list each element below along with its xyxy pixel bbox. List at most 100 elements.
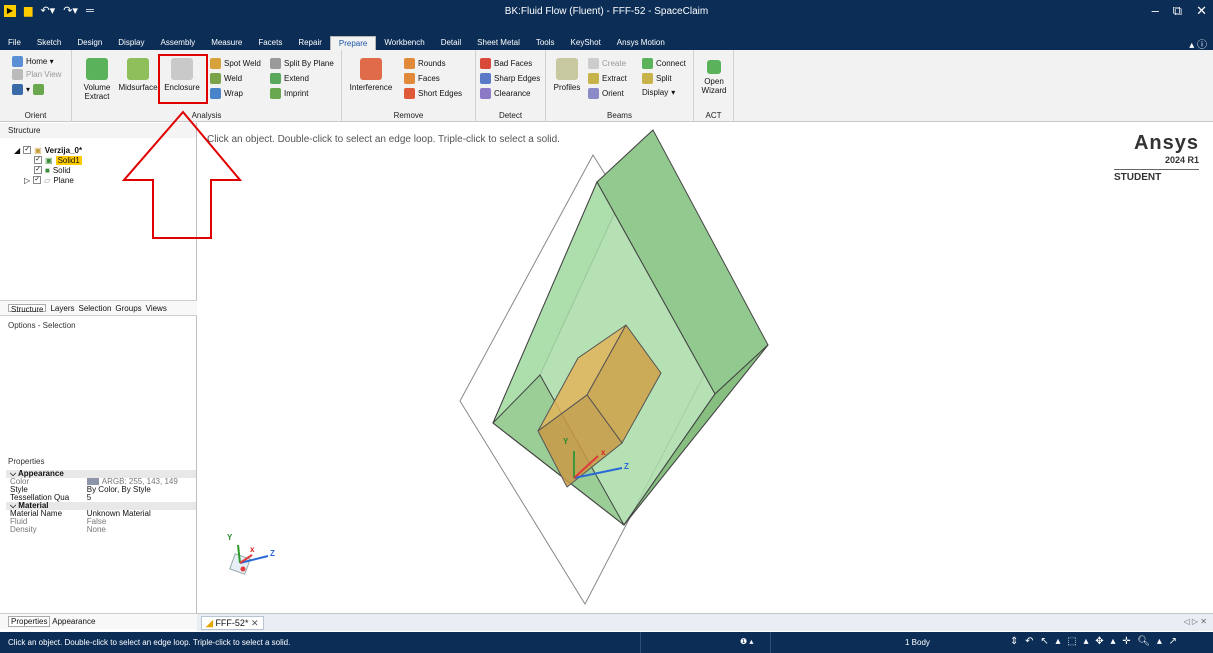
status-tools[interactable]: ⇕ ↶ ↖ ▴ ⬚ ▴ ✥ ▴ ✛ 🔍︎ ▴ ↗ <box>1010 636 1179 647</box>
tab-ansys-motion[interactable]: Ansys Motion <box>609 36 673 50</box>
minimize-button[interactable]: – <box>1152 3 1159 19</box>
weld-icon <box>210 73 221 84</box>
interference-button[interactable]: Interference <box>346 58 396 92</box>
remove-group: Interference Rounds Faces Short Edges Re… <box>342 50 476 122</box>
bad-faces-button[interactable]: Bad Faces <box>480 58 532 69</box>
info-button[interactable]: ❶ ▴ <box>740 637 753 646</box>
tab-sketch[interactable]: Sketch <box>29 36 69 50</box>
orient-beam-button[interactable]: Orient <box>588 88 624 99</box>
display-beam-button[interactable]: Display ▾ <box>642 88 675 97</box>
connect-button[interactable]: Connect <box>642 58 686 69</box>
tab-display[interactable]: Display <box>110 36 152 50</box>
property-row[interactable]: Style By Color, By Style <box>6 486 196 494</box>
restore-button[interactable]: ⧉ <box>1173 3 1182 19</box>
home-icon <box>12 56 23 67</box>
short-edges-icon <box>404 88 415 99</box>
checkbox-icon[interactable]: ✓ <box>33 176 42 184</box>
open-wizard-button[interactable]: Open Wizard <box>698 60 730 95</box>
structure-tree: ◢ ✓ ▣ Verzija_0* ✓ ▣ Solid1 ✓ ■ Solid ▷ ✓ ▱ Plan… <box>14 145 82 185</box>
sharp-edges-button[interactable]: Sharp Edges <box>480 73 540 84</box>
tree-root[interactable]: ◢ ✓ ▣ Verzija_0* <box>14 145 82 155</box>
property-row[interactable]: Tessellation Qua 5 <box>6 494 196 502</box>
property-row[interactable]: ⌵ Appearance <box>6 470 196 478</box>
property-row[interactable]: Fluid False <box>6 518 196 526</box>
tab-design[interactable]: Design <box>69 36 110 50</box>
split-by-plane-button[interactable]: Split By Plane <box>270 58 334 69</box>
tab-appearance[interactable]: Appearance <box>52 617 95 626</box>
tab-prepare[interactable]: Prepare <box>329 36 377 50</box>
property-row[interactable]: Color ARGB: 255, 143, 149 <box>6 478 196 486</box>
split-by-plane-icon <box>270 58 281 69</box>
spot-weld-button[interactable]: Spot Weld <box>210 58 261 69</box>
property-value <box>82 470 196 478</box>
volume-extract-button[interactable]: Volume Extract <box>78 58 116 101</box>
panel-tab-layers[interactable]: Layers <box>50 304 74 313</box>
remove-group-label: Remove <box>393 111 424 120</box>
faces-button[interactable]: Faces <box>404 73 440 84</box>
panel-tab-groups[interactable]: Groups <box>115 304 141 313</box>
panel-tab-views[interactable]: Views <box>146 304 167 313</box>
tab-properties[interactable]: Properties <box>8 616 51 627</box>
extract-beam-button[interactable]: Extract <box>588 73 627 84</box>
property-row[interactable]: Material Name Unknown Material <box>6 510 196 518</box>
tab-workbench[interactable]: Workbench <box>376 36 432 50</box>
checkbox-icon[interactable]: ✓ <box>34 166 42 174</box>
view-cube-button[interactable]: ▾ <box>12 84 45 95</box>
property-row[interactable]: Density None <box>6 526 196 534</box>
property-value: By Color, By Style <box>86 486 151 494</box>
rounds-button[interactable]: Rounds <box>404 58 446 69</box>
model-y-label: Y <box>563 437 569 446</box>
clearance-button[interactable]: Clearance <box>480 88 530 99</box>
extend-button[interactable]: Extend <box>270 73 309 84</box>
imprint-button[interactable]: Imprint <box>270 88 308 99</box>
close-tab-icon[interactable]: ✕ <box>251 618 259 628</box>
tab-file[interactable]: File <box>0 36 29 50</box>
tree-item-solid1[interactable]: ✓ ▣ Solid1 <box>14 155 82 165</box>
tab-nav-arrows[interactable]: ◁ ▷ ✕ <box>1184 617 1207 626</box>
checkbox-icon[interactable]: ✓ <box>34 156 42 164</box>
panel-tab-structure[interactable]: Structure <box>8 304 47 314</box>
viewport-hint: Click an object. Double-click to select … <box>207 134 560 145</box>
property-row[interactable]: ⌵ Material <box>6 502 196 510</box>
property-value: 5 <box>86 494 92 502</box>
tab-facets[interactable]: Facets <box>250 36 290 50</box>
sharp-edges-icon <box>480 73 491 84</box>
wrap-button[interactable]: Wrap <box>210 88 243 99</box>
tab-keyshot[interactable]: KeyShot <box>563 36 609 50</box>
tree-item-plane[interactable]: ▷ ✓ ▱ Plane <box>14 175 82 185</box>
tab-repair[interactable]: Repair <box>290 36 330 50</box>
short-edges-button[interactable]: Short Edges <box>404 88 462 99</box>
corner-axis-triad <box>229 544 269 575</box>
home-button[interactable]: Home ▾ <box>12 56 54 67</box>
property-key: Density <box>10 526 37 534</box>
document-tab[interactable]: ◢ FFF-52* ✕ <box>201 616 264 630</box>
status-bar: Click an object. Double-click to select … <box>0 632 1213 653</box>
property-key: Tessellation Qua <box>10 494 70 502</box>
tab-assembly[interactable]: Assembly <box>153 36 204 50</box>
checkbox-icon[interactable]: ✓ <box>23 146 32 154</box>
tree-item-solid[interactable]: ✓ ■ Solid <box>14 165 82 175</box>
plan-view-button[interactable]: Plan View <box>12 69 61 80</box>
plane-outline <box>459 154 717 606</box>
split-beam-button[interactable]: Split <box>642 73 672 84</box>
tab-tools[interactable]: Tools <box>528 36 563 50</box>
detect-group-label: Detect <box>498 111 523 120</box>
property-value: Unknown Material <box>86 510 151 518</box>
model-x-label: x <box>601 448 606 457</box>
help-icon[interactable]: ▴ ⓘ <box>1189 36 1207 51</box>
create-beam-button[interactable]: Create <box>588 58 626 69</box>
properties-tabs: Properties Appearance <box>0 613 197 629</box>
tab-measure[interactable]: Measure <box>203 36 250 50</box>
property-key: Material Name <box>10 510 63 518</box>
panel-tab-selection[interactable]: Selection <box>78 304 111 313</box>
tab-detail[interactable]: Detail <box>433 36 469 50</box>
plane-icon: ▱ <box>44 175 51 185</box>
tab-sheet-metal[interactable]: Sheet Metal <box>469 36 528 50</box>
close-button[interactable]: ✕ <box>1196 3 1207 19</box>
beams-group: Profiles Create Extract Orient Connect S… <box>546 50 694 122</box>
solid-icon: ▣ <box>45 155 53 165</box>
midsurface-button[interactable]: Midsurface <box>118 58 158 92</box>
weld-button[interactable]: Weld <box>210 73 242 84</box>
profiles-button[interactable]: Profiles <box>550 58 584 92</box>
ribbon-tabs-bar: File Sketch Design Display Assembly Measure Fa… <box>0 24 1213 51</box>
